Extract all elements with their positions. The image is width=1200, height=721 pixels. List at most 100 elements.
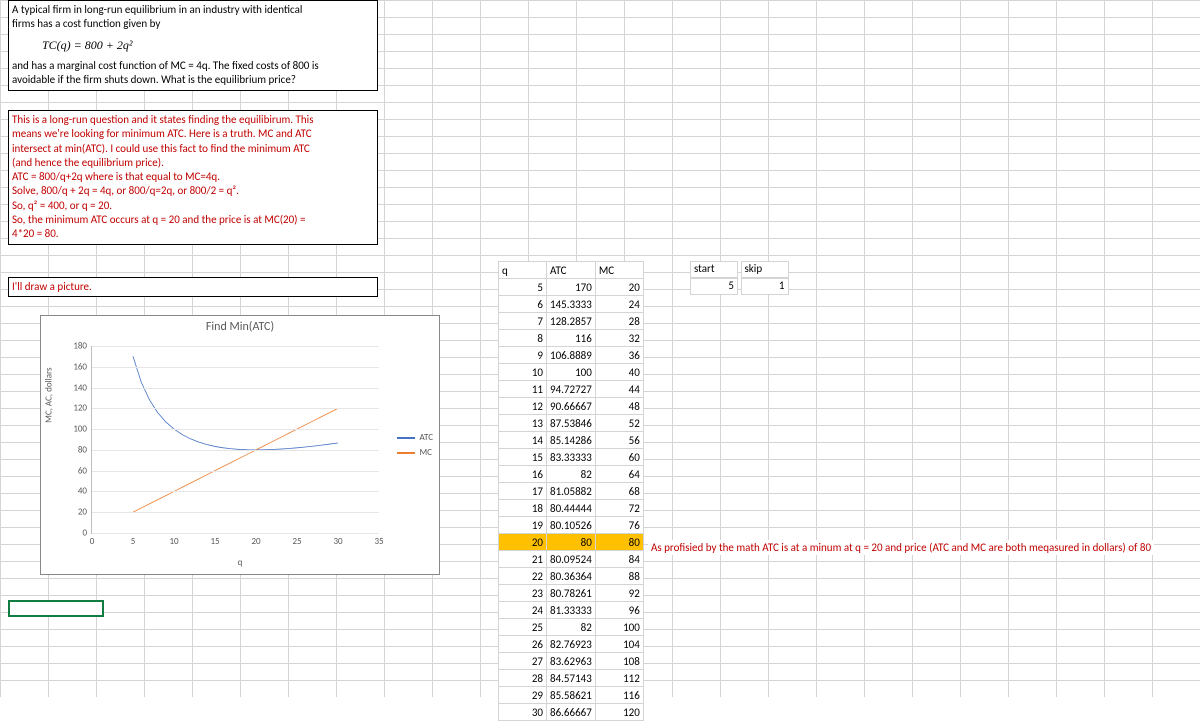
cell-mc[interactable]: 56	[595, 432, 643, 449]
cell-q[interactable]: 19	[499, 517, 547, 534]
table-row[interactable]: 1485.1428656	[499, 432, 644, 449]
cell-atc[interactable]: 85.58621	[547, 687, 596, 704]
cell-atc[interactable]: 80	[547, 534, 596, 551]
cell-atc[interactable]: 85.14286	[547, 432, 596, 449]
table-row[interactable]: 2682.76923104	[499, 636, 644, 653]
table-row[interactable]: 1194.7272744	[499, 381, 644, 398]
selected-cell[interactable]	[8, 600, 104, 617]
table-row[interactable]: 9106.888936	[499, 347, 644, 364]
table-row[interactable]: 1387.5384652	[499, 415, 644, 432]
table-row[interactable]: 2884.57143112	[499, 670, 644, 687]
cell-q[interactable]: 29	[499, 687, 547, 704]
table-row[interactable]: 2180.0952484	[499, 551, 644, 568]
data-table[interactable]: q ATC MC 5170206145.3333247128.285728811…	[498, 261, 644, 721]
skip-value[interactable]: 1	[741, 278, 789, 295]
cell-q[interactable]: 10	[499, 364, 547, 381]
cell-mc[interactable]: 48	[595, 398, 643, 415]
table-row[interactable]: 2280.3636488	[499, 568, 644, 585]
cell-atc[interactable]: 83.62963	[547, 653, 596, 670]
cell-q[interactable]: 17	[499, 483, 547, 500]
table-row[interactable]: 1583.3333360	[499, 449, 644, 466]
cell-q[interactable]: 5	[499, 279, 547, 296]
cell-q[interactable]: 18	[499, 500, 547, 517]
cell-atc[interactable]: 170	[547, 279, 596, 296]
col-mc[interactable]: MC	[595, 262, 643, 279]
table-row[interactable]: 2582100	[499, 619, 644, 636]
cell-mc[interactable]: 104	[595, 636, 643, 653]
cell-atc[interactable]: 86.66667	[547, 704, 596, 721]
cell-q[interactable]: 16	[499, 466, 547, 483]
cell-q[interactable]: 27	[499, 653, 547, 670]
cell-mc[interactable]: 68	[595, 483, 643, 500]
cell-mc[interactable]: 72	[595, 500, 643, 517]
start-value[interactable]: 5	[690, 278, 738, 295]
start-header[interactable]: start	[690, 261, 738, 278]
table-row[interactable]: 1290.6666748	[499, 398, 644, 415]
cell-atc[interactable]: 106.8889	[547, 347, 596, 364]
cell-atc[interactable]: 80.78261	[547, 585, 596, 602]
table-row[interactable]: 1781.0588268	[499, 483, 644, 500]
cell-atc[interactable]: 90.66667	[547, 398, 596, 415]
table-row[interactable]: 811632	[499, 330, 644, 347]
cell-mc[interactable]: 108	[595, 653, 643, 670]
cell-q[interactable]: 23	[499, 585, 547, 602]
cell-mc[interactable]: 44	[595, 381, 643, 398]
skip-header[interactable]: skip	[741, 261, 789, 278]
cell-mc[interactable]: 88	[595, 568, 643, 585]
cell-q[interactable]: 20	[499, 534, 547, 551]
cell-q[interactable]: 7	[499, 313, 547, 330]
cell-atc[interactable]: 84.57143	[547, 670, 596, 687]
cell-atc[interactable]: 81.05882	[547, 483, 596, 500]
cell-mc[interactable]: 100	[595, 619, 643, 636]
table-row[interactable]: 1980.1052676	[499, 517, 644, 534]
cell-atc[interactable]: 81.33333	[547, 602, 596, 619]
cell-mc[interactable]: 76	[595, 517, 643, 534]
cell-mc[interactable]: 36	[595, 347, 643, 364]
cell-mc[interactable]: 28	[595, 313, 643, 330]
cell-atc[interactable]: 100	[547, 364, 596, 381]
cell-atc[interactable]: 128.2857	[547, 313, 596, 330]
cell-mc[interactable]: 64	[595, 466, 643, 483]
cell-atc[interactable]: 80.44444	[547, 500, 596, 517]
col-atc[interactable]: ATC	[547, 262, 596, 279]
table-row[interactable]: 6145.333324	[499, 296, 644, 313]
cell-atc[interactable]: 82	[547, 619, 596, 636]
cell-q[interactable]: 21	[499, 551, 547, 568]
table-row[interactable]: 168264	[499, 466, 644, 483]
table-row[interactable]: 3086.66667120	[499, 704, 644, 721]
cell-mc[interactable]: 52	[595, 415, 643, 432]
cell-mc[interactable]: 24	[595, 296, 643, 313]
cell-mc[interactable]: 80	[595, 534, 643, 551]
cell-q[interactable]: 30	[499, 704, 547, 721]
cell-atc[interactable]: 94.72727	[547, 381, 596, 398]
table-row[interactable]: 7128.285728	[499, 313, 644, 330]
table-row[interactable]: 2985.58621116	[499, 687, 644, 704]
cell-mc[interactable]: 92	[595, 585, 643, 602]
cell-q[interactable]: 26	[499, 636, 547, 653]
table-row[interactable]: 2481.3333396	[499, 602, 644, 619]
cell-q[interactable]: 13	[499, 415, 547, 432]
table-row[interactable]: 2783.62963108	[499, 653, 644, 670]
cell-mc[interactable]: 112	[595, 670, 643, 687]
cell-atc[interactable]: 116	[547, 330, 596, 347]
table-row[interactable]: 1010040	[499, 364, 644, 381]
cell-mc[interactable]: 32	[595, 330, 643, 347]
cell-atc[interactable]: 80.09524	[547, 551, 596, 568]
cell-q[interactable]: 9	[499, 347, 547, 364]
cell-atc[interactable]: 83.33333	[547, 449, 596, 466]
cell-q[interactable]: 14	[499, 432, 547, 449]
cell-mc[interactable]: 60	[595, 449, 643, 466]
table-row[interactable]: 208080	[499, 534, 644, 551]
cell-q[interactable]: 8	[499, 330, 547, 347]
cell-q[interactable]: 24	[499, 602, 547, 619]
table-row[interactable]: 1880.4444472	[499, 500, 644, 517]
cell-mc[interactable]: 84	[595, 551, 643, 568]
cell-mc[interactable]: 96	[595, 602, 643, 619]
table-row[interactable]: 517020	[499, 279, 644, 296]
cell-q[interactable]: 22	[499, 568, 547, 585]
cell-q[interactable]: 28	[499, 670, 547, 687]
cell-mc[interactable]: 120	[595, 704, 643, 721]
cell-mc[interactable]: 116	[595, 687, 643, 704]
cell-q[interactable]: 6	[499, 296, 547, 313]
cell-mc[interactable]: 20	[595, 279, 643, 296]
